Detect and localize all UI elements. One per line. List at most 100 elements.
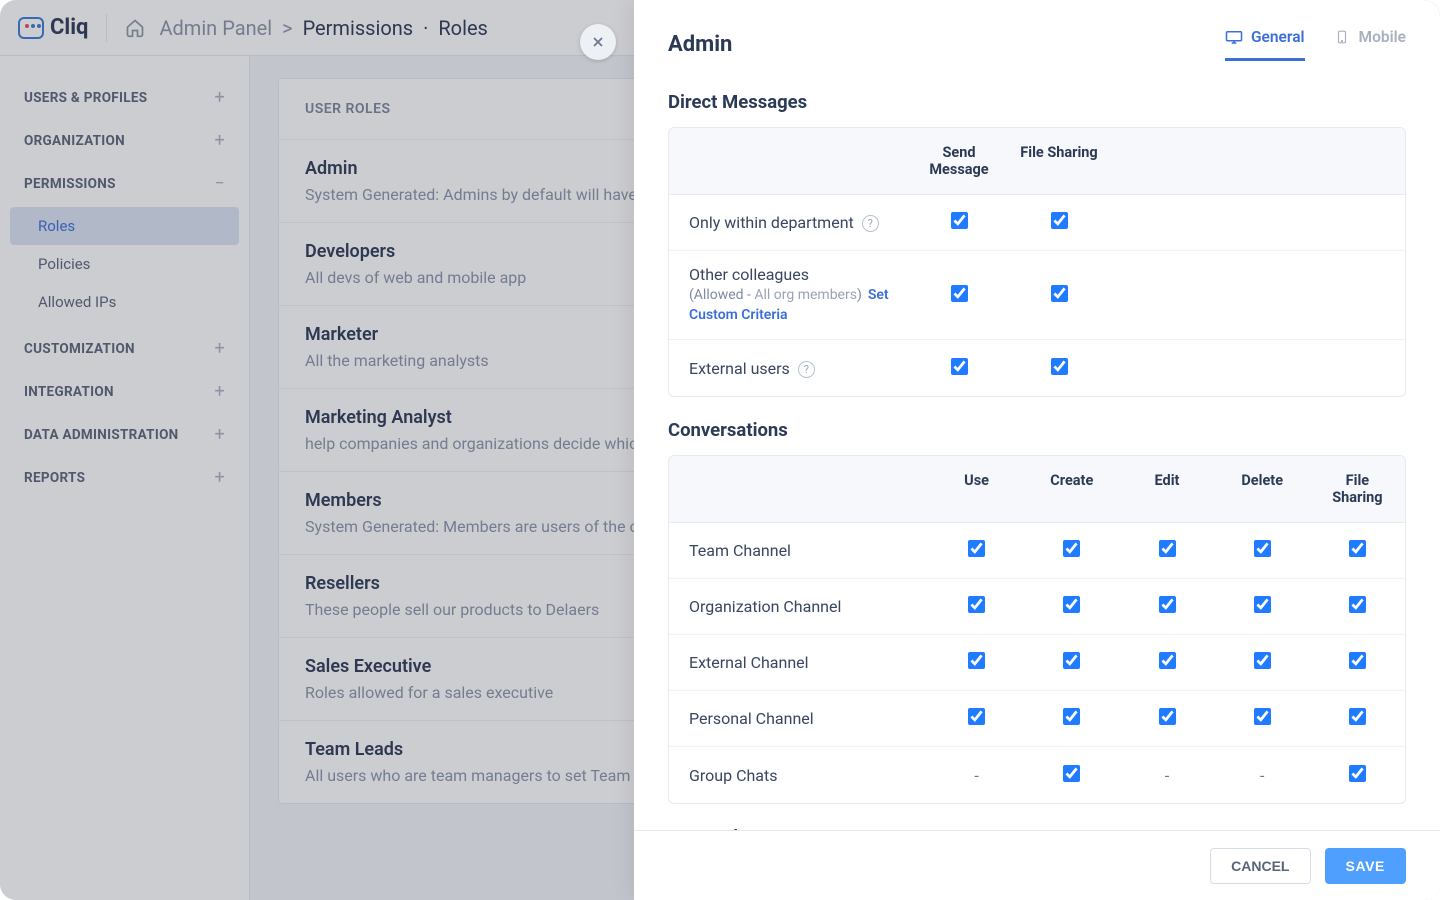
- row-sublabel: (Allowed - All org members)Set Custom Cr…: [689, 286, 889, 325]
- checkbox[interactable]: [1063, 652, 1080, 669]
- col-use: Use: [929, 456, 1024, 522]
- checkbox[interactable]: [968, 596, 985, 613]
- nav-customization[interactable]: CUSTOMIZATION+: [0, 327, 249, 370]
- not-applicable: -: [1165, 766, 1169, 785]
- panel-footer: CANCEL SAVE: [634, 830, 1440, 900]
- panel-title: Admin: [668, 32, 732, 57]
- cancel-button[interactable]: CANCEL: [1210, 848, 1310, 884]
- checkbox[interactable]: [1063, 765, 1080, 782]
- checkbox[interactable]: [951, 212, 968, 229]
- checkbox[interactable]: [1349, 765, 1366, 782]
- row-label: Other colleagues(Allowed - All org membe…: [669, 251, 909, 339]
- plus-icon: +: [214, 130, 225, 151]
- checkbox[interactable]: [1254, 540, 1271, 557]
- panel-tabs: General Mobile: [1225, 28, 1406, 61]
- row-label: Team Channel: [669, 527, 929, 574]
- checkbox[interactable]: [968, 708, 985, 725]
- checkbox[interactable]: [1349, 540, 1366, 557]
- breadcrumbs: Admin Panel > Permissions · Roles: [159, 16, 487, 40]
- col-create: Create: [1024, 456, 1119, 522]
- home-icon[interactable]: [125, 18, 145, 38]
- close-button[interactable]: [580, 24, 616, 60]
- checkbox[interactable]: [1159, 540, 1176, 557]
- col-file-sharing: File Sharing: [1009, 128, 1109, 194]
- row-label: Only within department?: [669, 199, 909, 246]
- minus-icon: −: [214, 173, 225, 194]
- col-delete: Delete: [1215, 456, 1310, 522]
- checkbox[interactable]: [968, 652, 985, 669]
- role-detail-panel: Admin General Mobile Direct Messages Sen…: [634, 0, 1440, 900]
- section-direct-messages: Direct Messages: [668, 91, 1406, 113]
- plus-icon: +: [214, 338, 225, 359]
- table-row: Organization Channel: [669, 579, 1405, 635]
- plus-icon: +: [214, 87, 225, 108]
- checkbox[interactable]: [1051, 285, 1068, 302]
- crumb-roles[interactable]: Roles: [438, 16, 488, 40]
- dm-table: Send Message File Sharing Only within de…: [668, 127, 1406, 397]
- checkbox[interactable]: [1063, 540, 1080, 557]
- col-edit: Edit: [1119, 456, 1214, 522]
- checkbox[interactable]: [1063, 708, 1080, 725]
- row-label: Organization Channel: [669, 583, 929, 630]
- cliq-icon: [18, 17, 44, 39]
- nav-users-profiles[interactable]: USERS & PROFILES+: [0, 76, 249, 119]
- section-conversations: Conversations: [668, 419, 1406, 441]
- sidebar-item-allowed-ips[interactable]: Allowed IPs: [0, 283, 249, 321]
- table-row: Other colleagues(Allowed - All org membe…: [669, 251, 1405, 340]
- nav-organization[interactable]: ORGANIZATION+: [0, 119, 249, 162]
- checkbox[interactable]: [1063, 596, 1080, 613]
- save-button[interactable]: SAVE: [1325, 848, 1407, 884]
- nav-reports[interactable]: REPORTS+: [0, 456, 249, 499]
- checkbox[interactable]: [1349, 596, 1366, 613]
- tab-mobile[interactable]: Mobile: [1333, 28, 1406, 61]
- col-file-sharing: File Sharing: [1310, 456, 1405, 522]
- table-row: Group Chats - - -: [669, 747, 1405, 803]
- checkbox[interactable]: [968, 540, 985, 557]
- brand-name: Cliq: [50, 15, 88, 40]
- col-send-message: Send Message: [909, 128, 1009, 194]
- checkbox[interactable]: [1349, 652, 1366, 669]
- brand-logo: Cliq: [18, 15, 88, 40]
- plus-icon: +: [214, 381, 225, 402]
- checkbox[interactable]: [1254, 652, 1271, 669]
- row-label: Group Chats: [669, 752, 929, 799]
- checkbox[interactable]: [951, 285, 968, 302]
- checkbox[interactable]: [1349, 708, 1366, 725]
- checkbox[interactable]: [1159, 708, 1176, 725]
- nav-integration[interactable]: INTEGRATION+: [0, 370, 249, 413]
- crumb-admin[interactable]: Admin Panel: [159, 16, 272, 40]
- sidebar-item-roles[interactable]: Roles: [10, 207, 239, 245]
- close-icon: [590, 34, 606, 50]
- table-row: External users?: [669, 340, 1405, 396]
- not-applicable: -: [974, 766, 978, 785]
- plus-icon: +: [214, 424, 225, 445]
- checkbox[interactable]: [1254, 596, 1271, 613]
- crumb-sep: >: [282, 16, 292, 40]
- monitor-icon: [1225, 30, 1243, 44]
- conv-table: Use Create Edit Delete File Sharing Team…: [668, 455, 1406, 804]
- table-row: Personal Channel: [669, 691, 1405, 747]
- table-row: Only within department?: [669, 195, 1405, 251]
- tab-general[interactable]: General: [1225, 28, 1305, 61]
- crumb-permissions[interactable]: Permissions: [303, 16, 414, 40]
- nav-data-admin[interactable]: DATA ADMINISTRATION+: [0, 413, 249, 456]
- divider: [106, 14, 107, 42]
- checkbox[interactable]: [1051, 358, 1068, 375]
- nav-permissions[interactable]: PERMISSIONS−: [0, 162, 249, 205]
- help-icon[interactable]: ?: [862, 215, 879, 232]
- checkbox[interactable]: [1159, 652, 1176, 669]
- checkbox[interactable]: [951, 358, 968, 375]
- row-label: External users?: [669, 345, 909, 392]
- mobile-icon: [1333, 30, 1351, 44]
- help-icon[interactable]: ?: [798, 361, 815, 378]
- checkbox[interactable]: [1051, 212, 1068, 229]
- checkbox[interactable]: [1159, 596, 1176, 613]
- crumb-sep: ·: [423, 16, 428, 40]
- checkbox[interactable]: [1254, 708, 1271, 725]
- table-row: Team Channel: [669, 523, 1405, 579]
- not-applicable: -: [1260, 766, 1264, 785]
- row-label: Personal Channel: [669, 695, 929, 742]
- table-row: External Channel: [669, 635, 1405, 691]
- plus-icon: +: [214, 467, 225, 488]
- sidebar-item-policies[interactable]: Policies: [0, 245, 249, 283]
